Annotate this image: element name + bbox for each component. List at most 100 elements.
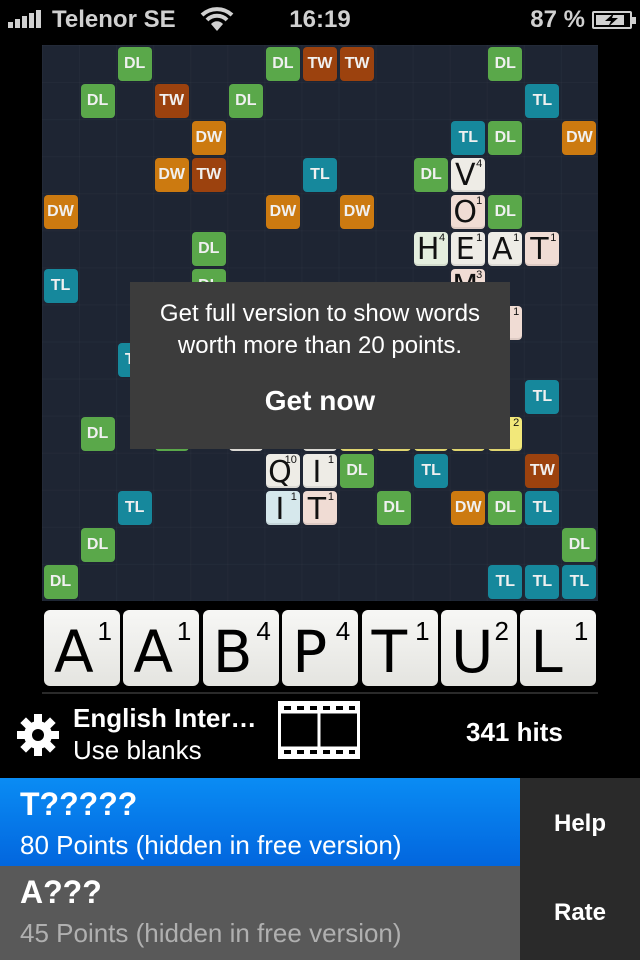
board-tile: V4 xyxy=(451,157,486,194)
tile-score: 1 xyxy=(476,231,483,244)
rack-tile-letter: A xyxy=(54,618,94,686)
film-icon[interactable] xyxy=(278,701,360,759)
premium-square-tw: TW xyxy=(154,83,189,118)
upgrade-message: Get full version to show words worth mor… xyxy=(159,300,481,359)
tile-letter: E xyxy=(455,232,475,268)
tile-letter: V xyxy=(454,158,476,194)
board-tile: T1 xyxy=(302,491,337,527)
hits-count: 341 hits xyxy=(466,717,563,747)
premium-square-tw: TW xyxy=(340,46,375,81)
rack-tile[interactable]: T1 xyxy=(361,610,438,686)
premium-square-tl: TL xyxy=(488,565,523,600)
results-list: T????? 80 Points (hidden in free version… xyxy=(0,778,520,960)
rack-tile-letter: P xyxy=(292,618,328,686)
premium-square-tl: TL xyxy=(562,565,597,600)
premium-square-dl: DL xyxy=(80,417,115,452)
premium-square-tl: TL xyxy=(451,120,486,155)
rack-tile-score: 2 xyxy=(494,616,509,646)
rack-tile-score: 1 xyxy=(176,616,192,646)
tile-score: 10 xyxy=(284,454,297,467)
tile-score: 2 xyxy=(513,417,520,430)
rate-button[interactable]: Rate xyxy=(520,899,640,927)
premium-square-dl: DL xyxy=(488,491,523,526)
gear-icon[interactable] xyxy=(16,713,60,757)
result-item[interactable]: A??? 45 Points (hidden in free version) xyxy=(0,866,520,960)
board-tile: I1 xyxy=(265,491,300,527)
divider xyxy=(42,692,598,694)
tile-score: 4 xyxy=(476,157,483,170)
premium-square-tl: TL xyxy=(525,565,560,600)
board-tile: T1 xyxy=(525,231,560,267)
rack-tile-letter: B xyxy=(212,618,253,686)
rack-tile-letter: T xyxy=(371,618,408,686)
premium-square-dl: DL xyxy=(377,491,412,526)
premium-square-dl: DL xyxy=(191,231,226,266)
tile-score: 1 xyxy=(327,491,334,504)
result-word: T????? xyxy=(20,786,138,822)
battery-charging-icon xyxy=(592,11,636,29)
tile-letter: H xyxy=(416,232,440,268)
dictionary-name[interactable]: English Inter… xyxy=(73,703,256,734)
board-tile: Q 10 xyxy=(265,454,300,490)
premium-square-dl: DL xyxy=(340,454,375,489)
premium-square-dl: DL xyxy=(414,157,449,192)
settings-row: English Inter… Use blanks 341 hits xyxy=(0,695,640,778)
tile-score: 3 xyxy=(476,268,483,281)
rack-tile-letter: A xyxy=(133,618,174,686)
premium-square-dl: DL xyxy=(80,528,115,563)
premium-square-dw: DW xyxy=(340,194,375,229)
premium-square-dw: DW xyxy=(191,120,226,155)
rack-tile[interactable]: P4 xyxy=(282,610,359,686)
rack-tile[interactable]: B4 xyxy=(202,610,279,686)
result-item[interactable]: T????? 80 Points (hidden in free version… xyxy=(0,778,520,866)
result-points: 45 Points (hidden in free version) xyxy=(20,918,402,948)
tile-score: 1 xyxy=(327,454,334,467)
premium-square-dw: DW xyxy=(43,194,78,229)
rack-tile[interactable]: A1 xyxy=(123,610,200,686)
rack-tile[interactable]: U2 xyxy=(441,610,517,686)
get-now-button[interactable]: Get now xyxy=(130,385,510,417)
tile-letter: I xyxy=(275,491,285,527)
premium-square-tl: TL xyxy=(302,157,337,192)
help-button[interactable]: Help xyxy=(520,810,640,838)
premium-square-tw: TW xyxy=(191,157,226,192)
letter-rack: A1A1B4P4T1U2L1 xyxy=(42,607,598,687)
tile-letter: I xyxy=(312,454,322,490)
tile-score: 1 xyxy=(513,231,520,244)
upgrade-popup: Get full version to show words worth mor… xyxy=(130,282,510,449)
result-word: A??? xyxy=(20,874,102,910)
use-blanks-label[interactable]: Use blanks xyxy=(73,735,202,766)
board-tile: I1 xyxy=(302,454,337,490)
rack-tile-letter: U xyxy=(451,618,494,686)
rack-tile[interactable]: A1 xyxy=(44,610,120,686)
premium-square-dl: DL xyxy=(43,565,78,600)
tile-score: 1 xyxy=(550,231,557,244)
premium-square-tl: TL xyxy=(414,454,449,489)
rack-tile-score: 1 xyxy=(97,616,112,646)
premium-square-dw: DW xyxy=(451,491,486,526)
rack-tile-score: 4 xyxy=(335,616,351,646)
premium-square-dl: DL xyxy=(488,46,523,81)
status-bar: Telenor SE 16:19 87 % xyxy=(0,0,640,40)
premium-square-dl: DL xyxy=(228,83,263,118)
tile-score: 1 xyxy=(476,194,483,207)
premium-square-tw: TW xyxy=(525,454,560,489)
premium-square-tl: TL xyxy=(525,83,560,118)
tile-score: 1 xyxy=(513,305,520,318)
premium-square-tl: TL xyxy=(525,380,560,415)
premium-square-dl: DL xyxy=(488,120,523,155)
side-panel: Help Rate xyxy=(520,778,640,960)
premium-square-tw: TW xyxy=(302,46,337,81)
rack-tile[interactable]: L1 xyxy=(520,610,597,686)
rack-tile-score: 1 xyxy=(415,616,430,646)
premium-square-dl: DL xyxy=(80,83,115,118)
rack-tile-letter: L xyxy=(530,618,563,686)
premium-square-tl: TL xyxy=(43,268,78,303)
board-tile: A1 xyxy=(488,231,523,267)
rack-tile-score: 4 xyxy=(256,616,271,646)
premium-square-dw: DW xyxy=(265,194,300,229)
lightning-icon xyxy=(605,13,618,27)
premium-square-dw: DW xyxy=(562,120,597,155)
tile-score: 4 xyxy=(439,231,446,244)
premium-square-dl: DL xyxy=(265,46,300,81)
